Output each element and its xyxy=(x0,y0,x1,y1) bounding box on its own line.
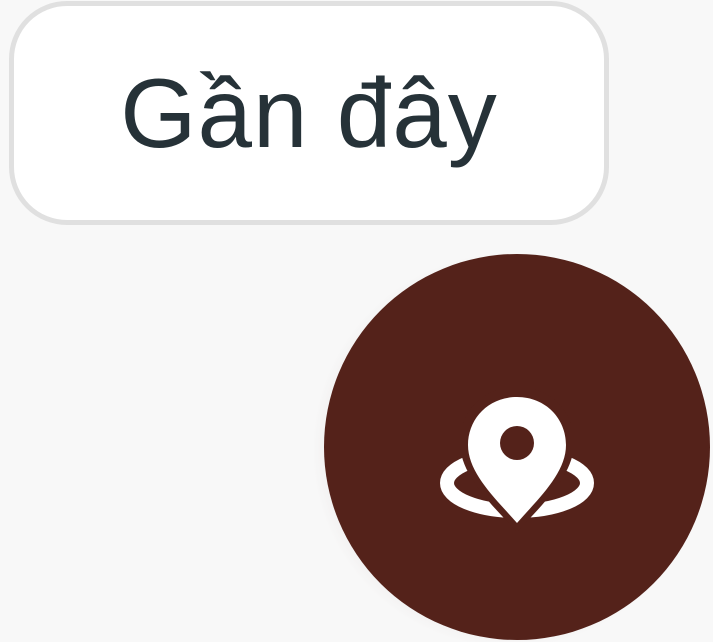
my-location-button[interactable] xyxy=(324,254,710,640)
location-pin-icon xyxy=(440,387,594,532)
nearby-filter-chip[interactable]: Gần đây xyxy=(9,1,609,225)
screen: Gần đây xyxy=(0,0,713,642)
